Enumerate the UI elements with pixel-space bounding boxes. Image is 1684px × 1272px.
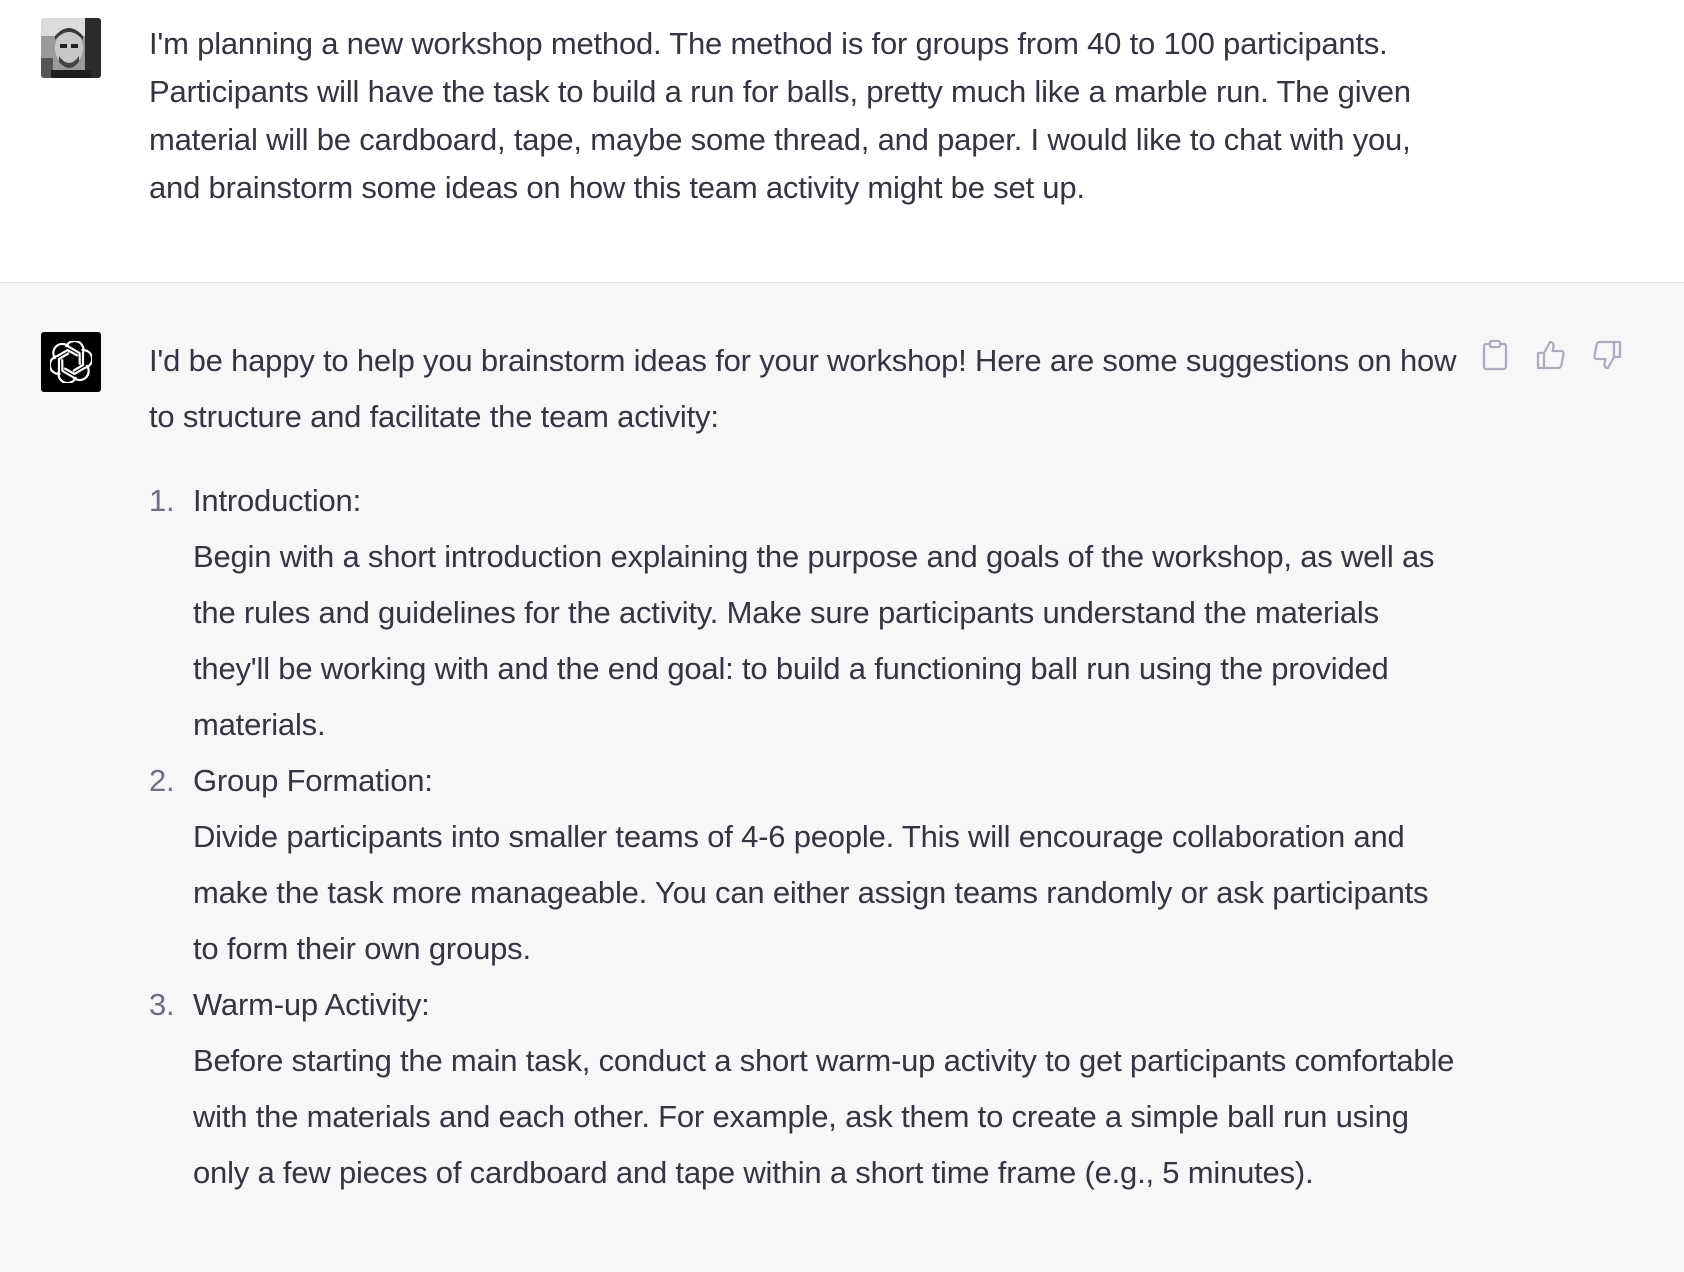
list-item-number: 3. [149, 987, 175, 1022]
thumbs-down-icon [1593, 340, 1622, 370]
user-avatar-photo [41, 18, 101, 78]
user-avatar [41, 18, 101, 78]
copy-button[interactable] [1478, 338, 1512, 372]
message-actions [1478, 338, 1624, 372]
thumbs-down-button[interactable] [1590, 338, 1624, 372]
thumbs-up-icon [1536, 340, 1565, 370]
user-message-row: I'm planning a new workshop method. The … [0, 0, 1684, 283]
list-item: 2. Group Formation: Divide participants … [149, 753, 1459, 977]
list-item-title: Introduction: [193, 483, 362, 518]
assistant-message-text: I'd be happy to help you brainstorm idea… [149, 333, 1459, 1201]
assistant-avatar [41, 332, 101, 392]
list-item: 1. Introduction: Begin with a short intr… [149, 473, 1459, 753]
list-item-number: 1. [149, 483, 175, 518]
list-item-title: Group Formation: [193, 763, 433, 798]
user-message-text: I'm planning a new workshop method. The … [149, 26, 1411, 205]
assistant-intro: I'd be happy to help you brainstorm idea… [149, 343, 1457, 434]
list-item-body: Before starting the main task, conduct a… [193, 1043, 1455, 1190]
assistant-message-row: I'd be happy to help you brainstorm idea… [0, 283, 1684, 1272]
list-item-body: Divide participants into smaller teams o… [193, 819, 1429, 966]
clipboard-icon [1482, 339, 1508, 371]
list-item: 3. Warm-up Activity: Before starting the… [149, 977, 1459, 1201]
list-item-title: Warm-up Activity: [193, 987, 430, 1022]
list-item-body: Begin with a short introduction explaini… [193, 539, 1435, 742]
thumbs-up-button[interactable] [1534, 338, 1568, 372]
steps-list: 1. Introduction: Begin with a short intr… [149, 473, 1459, 1201]
list-item-number: 2. [149, 763, 175, 798]
openai-logo-icon [50, 341, 92, 383]
